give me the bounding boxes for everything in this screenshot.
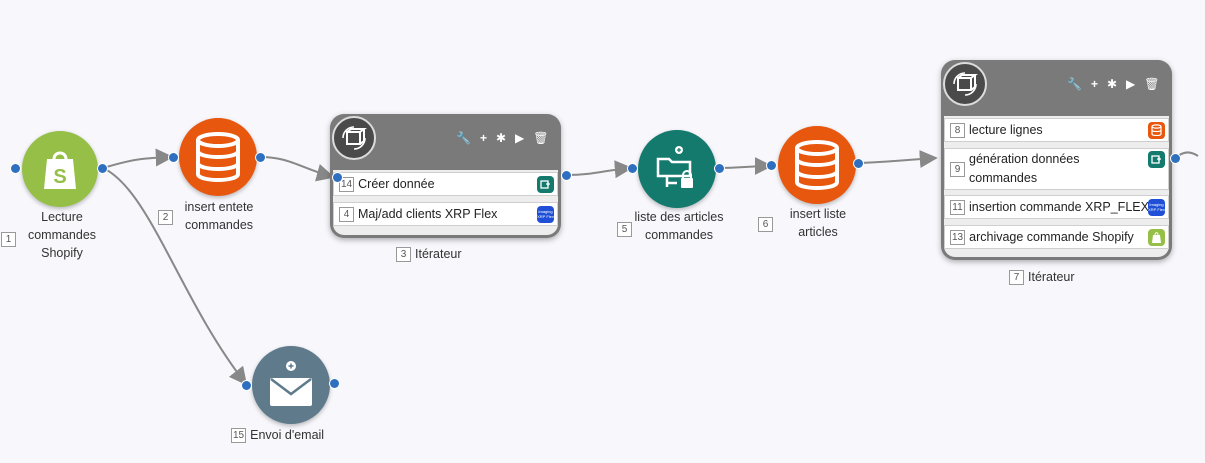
iterator-toolbar: 🔧 + ✱ ▶ 🗑 — [456, 131, 549, 145]
port-in[interactable] — [333, 173, 342, 182]
node-label: liste des articles commandes — [634, 210, 724, 242]
data-create-icon — [1148, 151, 1165, 168]
play-icon[interactable]: ▶ — [1126, 77, 1135, 91]
step-label: lecture lignes — [969, 122, 1043, 137]
iterator-step-row[interactable]: 14 Créer donnée — [333, 172, 558, 196]
wire-5-6 — [719, 157, 773, 176]
trash-icon[interactable]: 🗑 — [533, 131, 548, 145]
iterator-step-row[interactable]: 4 Maj/add clients XRP Flex Imaging XRP F… — [333, 202, 558, 226]
port-out[interactable] — [256, 153, 265, 162]
puzzle-icon[interactable]: ✱ — [1107, 77, 1117, 91]
port-in[interactable] — [628, 164, 637, 173]
wire-1-2 — [102, 148, 174, 169]
database-icon — [1148, 121, 1165, 139]
iterator-step-row[interactable]: 8 lecture lignes — [944, 118, 1169, 142]
step-label: Maj/add clients XRP Flex — [358, 206, 498, 221]
node-label: insert liste articles — [789, 207, 847, 239]
wire-3-5 — [565, 160, 633, 179]
shopify-bag-icon — [1148, 228, 1165, 246]
node-liste-articles-commandes[interactable] — [638, 130, 716, 208]
plus-icon[interactable]: + — [480, 131, 487, 145]
iterator-icon — [943, 62, 987, 106]
port-out[interactable] — [330, 379, 339, 388]
iterator-block[interactable]: 🔧 + ✱ ▶ 🗑 14 Créer donnée 4 Maj/add clie… — [330, 114, 561, 238]
port-out[interactable] — [715, 164, 724, 173]
step-number: 4 — [339, 206, 354, 222]
node-number: 7 — [1009, 270, 1024, 286]
wire-2-3 — [259, 156, 335, 182]
folder-network-lock-icon — [656, 146, 693, 188]
step-number: 9 — [950, 161, 965, 177]
iterator-toolbar: 🔧 + ✱ ▶ 🗑 — [1067, 77, 1160, 91]
node-label: Lecture commandes Shopify — [27, 210, 97, 260]
envelope-icon — [270, 361, 312, 406]
database-icon — [196, 132, 240, 182]
wrench-icon[interactable]: 🔧 — [1067, 77, 1082, 91]
iterator-label: 3 Itérateur — [396, 245, 486, 263]
data-create-icon — [537, 175, 554, 193]
port-in[interactable] — [169, 153, 178, 162]
xrp-flex-icon: Imaging XRP Flex — [1148, 198, 1165, 216]
node-insert-entete-commandes[interactable] — [179, 118, 257, 196]
iterator-icon — [332, 116, 376, 160]
iterator-label: 7 Itérateur — [1009, 268, 1099, 286]
play-icon[interactable]: ▶ — [515, 131, 524, 145]
node-number: 6 — [758, 217, 773, 232]
svg-text:S: S — [53, 166, 66, 188]
trash-icon[interactable]: 🗑 — [1144, 77, 1159, 91]
iterator-step-row[interactable]: 13 archivage commande Shopify — [944, 225, 1169, 249]
port-out[interactable] — [854, 159, 863, 168]
port-in[interactable] — [242, 381, 251, 390]
iterator-step-row[interactable]: 9 génération données commandes — [944, 148, 1169, 190]
step-number: 8 — [950, 122, 965, 138]
shopify-bag-icon: S — [44, 151, 76, 189]
step-label: Créer donnée — [358, 176, 435, 191]
database-icon — [795, 140, 839, 190]
step-label: génération données commandes — [969, 152, 1080, 185]
step-label: archivage commande Shopify — [969, 229, 1134, 244]
step-number: 13 — [950, 229, 966, 245]
wrench-icon[interactable]: 🔧 — [456, 131, 471, 145]
port-in[interactable] — [11, 164, 20, 173]
node-number: 15 — [231, 428, 247, 444]
node-label: 15 Envoi d'email — [231, 428, 325, 444]
node-number: 3 — [396, 247, 411, 263]
workflow-canvas[interactable]: S 1 Lecture commandes Shopify 2 insert e… — [0, 0, 1205, 463]
plus-icon[interactable]: + — [1091, 77, 1098, 91]
port-out[interactable] — [562, 171, 571, 180]
step-label: insertion commande XRP_FLEX — [969, 199, 1148, 214]
xrp-flex-icon: Imaging XRP Flex — [537, 205, 554, 223]
node-lecture-commandes-shopify[interactable]: S — [22, 131, 98, 207]
iterator-block[interactable]: 🔧 + ✱ ▶ 🗑 8 lecture lignes 9 génération … — [941, 60, 1172, 260]
node-envoi-email[interactable] — [252, 346, 330, 424]
port-out[interactable] — [1171, 154, 1180, 163]
node-insert-liste-articles[interactable] — [778, 126, 856, 204]
step-number: 11 — [950, 199, 965, 215]
port-in[interactable] — [767, 161, 776, 170]
port-out[interactable] — [98, 164, 107, 173]
node-number: 2 — [158, 210, 173, 225]
iterator-step-row[interactable]: 11 insertion commande XRP_FLEX Imaging X… — [944, 195, 1169, 219]
wire-6-7 — [857, 150, 938, 169]
puzzle-icon[interactable]: ✱ — [496, 131, 506, 145]
node-label: insert entete commandes — [184, 200, 254, 232]
